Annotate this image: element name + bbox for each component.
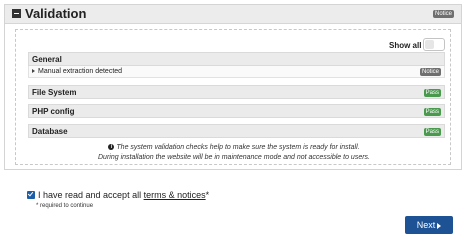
arrow-right-icon <box>437 222 442 229</box>
info-icon: i <box>108 144 115 151</box>
accept-terms-checkbox[interactable] <box>27 191 35 199</box>
notice-badge: Notice <box>432 10 454 18</box>
info-line-2: During installation the website will be … <box>98 154 370 161</box>
notice-badge: Notice <box>419 68 441 76</box>
section-title: PHP config <box>32 107 75 116</box>
validation-content: Show all General Manual extraction detec… <box>15 29 451 165</box>
show-all-label: Show all <box>389 41 422 50</box>
show-all-toggle[interactable] <box>423 38 445 51</box>
pass-badge: Pass <box>423 108 441 116</box>
next-button[interactable]: Next <box>405 216 453 234</box>
section-general[interactable]: General <box>28 52 445 66</box>
required-note: * required to continue <box>36 203 94 209</box>
next-button-label: Next <box>416 220 436 230</box>
section-title: General <box>32 55 62 64</box>
toggle-knob <box>425 40 434 49</box>
pass-badge: Pass <box>423 89 441 97</box>
caret-right-icon <box>32 69 35 73</box>
collapse-icon[interactable] <box>12 9 21 18</box>
detail-text: Manual extraction detected <box>38 68 123 75</box>
required-asterisk: * <box>205 190 210 200</box>
validation-header[interactable]: Validation Notice <box>5 5 461 24</box>
section-title: Database <box>32 127 68 136</box>
terms-link[interactable]: terms & notices <box>144 190 206 200</box>
info-text-1: The system validation checks help to mak… <box>116 144 360 151</box>
detail-manual-extraction[interactable]: Manual extraction detected Notice <box>28 66 445 78</box>
info-line-1: i The system validation checks help to ma… <box>16 144 452 151</box>
accept-terms-label[interactable]: I have read and accept all terms & notic… <box>38 190 209 201</box>
section-php-config[interactable]: PHP config Pass <box>28 104 445 118</box>
section-database[interactable]: Database Pass <box>28 124 445 138</box>
pass-badge: Pass <box>423 128 441 136</box>
validation-title: Validation <box>25 6 87 21</box>
section-file-system[interactable]: File System Pass <box>28 85 445 99</box>
accept-text-before: I have read and accept all <box>38 190 144 200</box>
validation-panel: Validation Notice Show all General Manua… <box>4 4 462 170</box>
section-title: File System <box>32 88 77 97</box>
